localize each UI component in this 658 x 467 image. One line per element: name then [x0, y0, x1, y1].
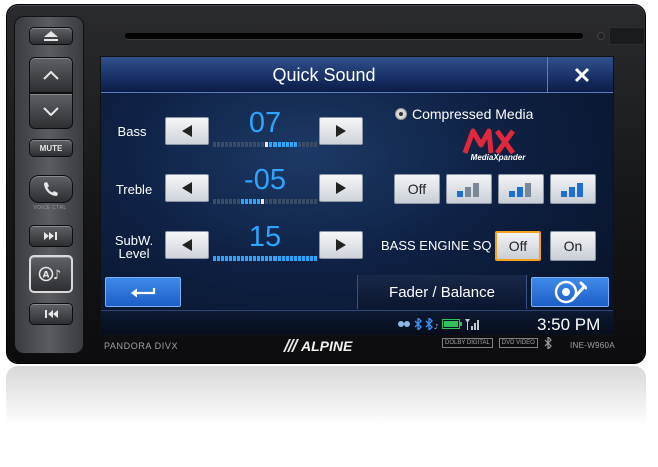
phone-icon [44, 182, 58, 196]
close-icon [574, 67, 589, 83]
treble-increase-button[interactable] [319, 174, 363, 202]
next-track-button[interactable] [29, 225, 73, 247]
model-label: INE-W960A [570, 341, 615, 350]
mx-off-label: Off [407, 181, 427, 197]
treble-decrease-button[interactable] [165, 174, 209, 202]
chevron-down-icon [43, 106, 59, 116]
subwoofer-increase-button[interactable] [319, 231, 363, 259]
volume-down-button[interactable] [29, 93, 73, 129]
svg-text:♪: ♪ [53, 268, 61, 282]
next-track-icon [44, 232, 57, 240]
compressed-media-label: Compressed Media [412, 106, 534, 122]
mediaxpander-logo: MediaXpander [451, 125, 541, 167]
compressed-media-radio[interactable] [395, 108, 407, 120]
mx-logo-subtitle: MediaXpander [470, 153, 526, 162]
mx-level-3-button[interactable] [550, 174, 596, 204]
dvd-logo: DVD VIDEO [498, 338, 538, 348]
voice-ctrl-label: VOICE CTRL [33, 205, 67, 211]
subwoofer-level-bar [213, 256, 317, 261]
bass-decrease-button[interactable] [165, 117, 209, 145]
treble-value: -05 [244, 164, 286, 196]
phone-link-icon [398, 321, 410, 327]
speaker-wrench-icon [554, 280, 587, 304]
volume-up-button[interactable] [29, 57, 73, 93]
arrow-left-icon [182, 239, 192, 251]
hardware-button-column: MUTE VOICE CTRL A ♪ [14, 16, 84, 354]
touchscreen: Quick Sound Bass 07 Treble -05 SubW. Lev… [100, 56, 614, 336]
status-icons: ♪ [397, 317, 479, 331]
subwoofer-level-label: SubW. Level [107, 234, 161, 260]
svg-text:A: A [43, 271, 50, 281]
bluetooth-audio-icon: ♪ [425, 318, 438, 330]
dolby-logo: DOLBY DIGITAL [442, 338, 493, 348]
back-arrow-icon [131, 288, 156, 298]
format-logos: DOLBY DIGITAL DVD VIDEO [442, 337, 552, 349]
arrow-right-icon [336, 239, 346, 251]
alpine-logo-mark: ALPINE [283, 338, 353, 354]
bass-engine-off-button[interactable]: Off [495, 231, 541, 261]
arrow-left-icon [182, 125, 192, 137]
clock: 3:50 PM [537, 315, 601, 334]
signal-strength-icon [465, 319, 479, 330]
eject-button[interactable] [29, 27, 73, 45]
mx-off-button[interactable]: Off [394, 174, 440, 204]
level-1-icon [457, 183, 479, 197]
top-right-panel [609, 27, 645, 45]
title-bar: Quick Sound [101, 57, 613, 93]
surface-reflection [6, 366, 646, 426]
chevron-up-icon [43, 70, 59, 80]
audio-mode-button[interactable]: A ♪ [29, 255, 73, 293]
bass-level-bar [213, 142, 317, 147]
pandora-divx-label: PANDORA DIVX [104, 341, 179, 351]
battery-icon [442, 319, 462, 329]
bottom-bar: Fader / Balance [101, 275, 613, 309]
subwoofer-decrease-button[interactable] [165, 231, 209, 259]
close-button[interactable] [547, 57, 613, 93]
bass-value: 07 [248, 107, 282, 139]
audio-source-icon: A ♪ [38, 266, 61, 282]
bass-increase-button[interactable] [319, 117, 363, 145]
previous-track-button[interactable] [29, 303, 73, 325]
page-title: Quick Sound [272, 65, 376, 85]
disc-slot [125, 33, 583, 39]
alpine-logo-text: ALPINE [300, 338, 353, 353]
setup-button[interactable] [531, 277, 609, 307]
mx-level-2-button[interactable] [498, 174, 544, 204]
treble-level-bar [213, 199, 317, 204]
arrow-right-icon [336, 182, 346, 194]
status-bar: ♪ 3:50 PM [101, 310, 613, 335]
bass-label: Bass [117, 124, 147, 139]
back-button[interactable] [105, 277, 181, 307]
slot-indicator [597, 32, 605, 40]
subwoofer-label-line2: Level [118, 246, 150, 261]
bluetooth-logo-icon [544, 337, 552, 349]
alpine-logo: ALPINE [283, 337, 373, 354]
eject-icon [44, 31, 58, 41]
level-3-icon [561, 183, 583, 197]
bass-engine-label: BASS ENGINE SQ [381, 238, 492, 253]
arrow-right-icon [336, 125, 346, 137]
bass-engine-on-button[interactable]: On [550, 231, 596, 261]
fader-balance-button[interactable]: Fader / Balance [357, 275, 527, 309]
mute-button[interactable]: MUTE [29, 139, 73, 157]
previous-track-icon [45, 310, 58, 318]
mx-level-1-button[interactable] [446, 174, 492, 204]
arrow-left-icon [182, 182, 192, 194]
voice-control-button[interactable] [29, 175, 73, 203]
treble-label: Treble [115, 182, 153, 197]
bluetooth-icon [414, 318, 422, 330]
level-2-icon [509, 183, 531, 197]
svg-text:♪: ♪ [434, 323, 438, 330]
subwoofer-value: 15 [248, 221, 282, 253]
